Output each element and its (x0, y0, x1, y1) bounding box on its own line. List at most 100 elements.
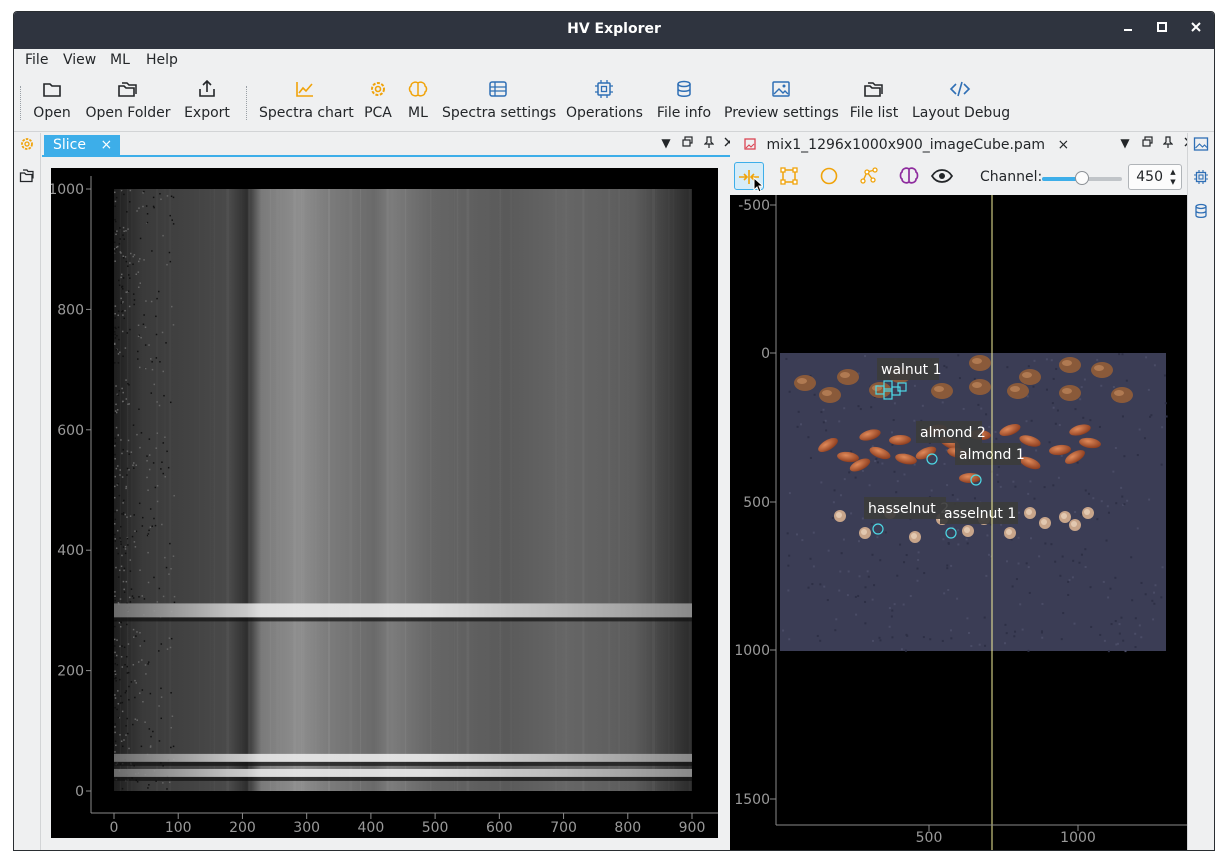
heatmap-noise (173, 223, 175, 225)
menu-file[interactable]: File (25, 52, 48, 68)
file-info-label: File info (654, 102, 714, 121)
heatmap-noise (114, 242, 116, 244)
roi-label[interactable]: walnut 1 (881, 362, 942, 378)
channel-spinbox[interactable]: 450 ▲ ▼ (1128, 164, 1182, 190)
walnut-highlight (1022, 372, 1032, 378)
image-noise (1067, 581, 1069, 583)
heatmap-noise (156, 447, 158, 449)
database-icon[interactable] (1193, 203, 1209, 219)
heatmap-noise (116, 197, 118, 199)
file-list-icon[interactable] (19, 168, 35, 184)
export-button[interactable]: Export (182, 72, 232, 132)
heatmap-noise (122, 666, 124, 668)
heatmap-noise (165, 342, 167, 344)
x-tick-label: 100 (165, 820, 192, 836)
spin-up-icon[interactable]: ▲ (1168, 168, 1178, 176)
heatmap-noise (114, 600, 116, 602)
tab-close-icon[interactable]: × (1057, 137, 1069, 153)
heatmap-noise (116, 709, 118, 711)
heatmap-noise (148, 344, 150, 346)
heatmap-noise (147, 535, 149, 537)
heatmap-stripe (214, 189, 215, 791)
preview-settings-icon[interactable] (1193, 136, 1209, 152)
chevron-down-icon[interactable]: ▼ (1118, 136, 1132, 150)
heatmap-stripe (315, 189, 317, 791)
heatmap-stripe (432, 189, 434, 791)
tab-image-file[interactable]: mix1_1296x1000x900_imageCube.pam × (738, 135, 1075, 157)
spin-down-icon[interactable]: ▼ (1168, 178, 1178, 186)
pan-tool-button[interactable] (734, 162, 764, 190)
image-noise (1027, 493, 1029, 495)
roi-label[interactable]: almond 2 (920, 425, 986, 441)
layout-debug-button[interactable]: Layout Debug (912, 72, 1008, 132)
ml-button[interactable]: ML (404, 72, 432, 132)
close-button[interactable] (1186, 20, 1206, 40)
float-icon[interactable] (1140, 136, 1154, 150)
heatmap-band-shadow (114, 617, 692, 621)
image-noise (895, 491, 897, 493)
heatmap-noise (114, 652, 116, 654)
file-info-button[interactable]: File info (654, 72, 714, 132)
heatmap-stripe (652, 189, 655, 791)
menu-view[interactable]: View (63, 52, 96, 68)
heatmap-noise (168, 573, 170, 575)
open-folder-button[interactable]: Open Folder (84, 72, 172, 132)
heatmap-noise (121, 513, 123, 515)
heatmap-noise (116, 335, 118, 337)
toolbar-handle[interactable] (20, 86, 21, 120)
heatmap-noise (119, 243, 121, 245)
heatmap-noise (159, 193, 161, 195)
classify-button[interactable] (894, 162, 924, 190)
heatmap-noise (169, 543, 171, 545)
image-noise (855, 614, 857, 616)
folder-icon (32, 72, 72, 102)
circle-tool-button[interactable] (814, 162, 844, 190)
channel-slider-handle[interactable] (1075, 171, 1089, 185)
heatmap-stripe (290, 189, 293, 791)
heatmap-stripe (293, 189, 296, 791)
image-noise (825, 420, 827, 422)
spectra-chart-button[interactable]: Spectra chart (259, 72, 351, 132)
chip-icon[interactable] (1193, 169, 1209, 185)
image-noise (918, 551, 920, 553)
visibility-button[interactable] (927, 162, 957, 190)
walnut-highlight (1062, 388, 1072, 394)
operations-button[interactable]: Operations (566, 72, 642, 132)
channel-slider[interactable] (1042, 177, 1122, 181)
image-noise (1148, 499, 1150, 501)
image-noise (1137, 527, 1139, 529)
tab-close-icon[interactable]: × (100, 137, 112, 153)
chevron-down-icon[interactable]: ▼ (659, 136, 673, 150)
tab-slice[interactable]: Slice × (44, 135, 120, 157)
roi-label[interactable]: hasselnut 2 (868, 501, 949, 517)
heatmap-stripe (640, 189, 643, 791)
roi-label[interactable]: asselnut 1 (944, 506, 1016, 522)
minimize-button[interactable] (1118, 20, 1138, 40)
spectra-settings-button[interactable]: Spectra settings (442, 72, 554, 132)
image-noise (838, 420, 840, 422)
slice-heatmap-chart[interactable]: 0 200 400 600 800 1000 0 100 200 300 400 500 600 700 8… (51, 168, 718, 838)
menu-ml[interactable]: ML (110, 52, 130, 68)
x-tick-label: 900 (679, 820, 706, 836)
maximize-button[interactable] (1152, 20, 1172, 40)
heatmap-noise (123, 277, 125, 279)
image-noise (1059, 424, 1061, 426)
heatmap-noise (148, 530, 150, 532)
file-list-button[interactable]: File list (848, 72, 900, 132)
pca-gear-icon[interactable] (19, 136, 35, 152)
float-icon[interactable] (680, 136, 694, 150)
heatmap-noise (136, 719, 138, 721)
pca-button[interactable]: PCA (360, 72, 396, 132)
brain-icon (404, 72, 432, 102)
open-button[interactable]: Open (32, 72, 72, 132)
image-canvas[interactable]: walnut 1 almond 2 almond 1 hasselnut 2 assel… (730, 195, 1187, 851)
heatmap-noise (129, 329, 131, 331)
pin-icon[interactable] (1161, 136, 1175, 151)
node-tool-button[interactable] (854, 162, 884, 190)
preview-settings-button[interactable]: Preview settings (724, 72, 838, 132)
database-icon (654, 72, 714, 102)
polygon-tool-button[interactable] (774, 162, 804, 190)
pin-icon[interactable] (702, 136, 716, 151)
heatmap-noise (152, 526, 154, 528)
menu-help[interactable]: Help (146, 52, 178, 68)
